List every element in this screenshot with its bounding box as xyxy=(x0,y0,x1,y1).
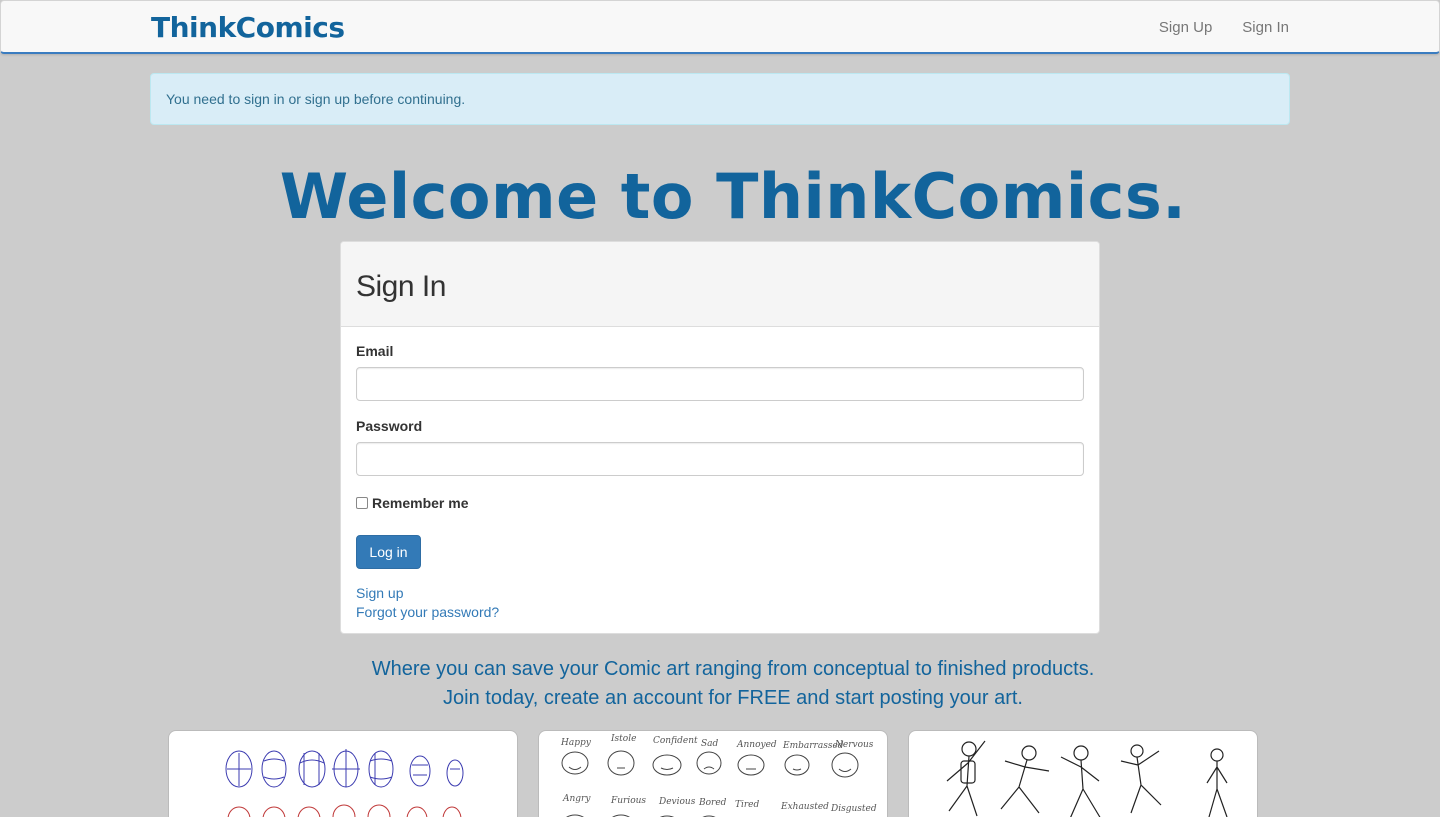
gallery-card-expressions[interactable]: Happy Istole Confident Sad Annoyed Embar… xyxy=(538,730,888,817)
expression-word: Devious xyxy=(658,797,696,807)
info-alert: You need to sign in or sign up before co… xyxy=(150,73,1290,125)
brand-logo-link[interactable]: ThinkComics xyxy=(151,11,345,44)
sign-in-title: Sign In xyxy=(356,270,446,303)
figure-poses-image xyxy=(946,740,1228,817)
expression-word: Disgusted xyxy=(830,804,877,814)
welcome-headline: Welcome to ThinkComics. xyxy=(279,160,1187,233)
tagline-line-2: Join today, create an account for FREE a… xyxy=(443,687,1023,709)
gallery-card-head-sketches[interactable] xyxy=(168,730,518,817)
nav-links: Sign Up Sign In xyxy=(1159,19,1289,36)
gallery-card-figure-poses[interactable] xyxy=(908,730,1258,817)
auth-links: Sign up Forgot your password? xyxy=(356,585,1084,620)
nav-sign-up-link[interactable]: Sign Up xyxy=(1159,19,1212,36)
expression-word: Angry xyxy=(562,794,591,804)
password-field[interactable] xyxy=(356,442,1084,476)
sign-up-link[interactable]: Sign up xyxy=(356,585,1084,601)
remember-me-row: Remember me xyxy=(356,493,1084,513)
expression-word: Furious xyxy=(610,796,646,806)
remember-me-checkbox[interactable] xyxy=(356,497,368,509)
expression-word: Sad xyxy=(701,739,719,749)
tagline-line-1: Where you can save your Comic art rangin… xyxy=(371,658,1095,680)
panel-heading: Sign In xyxy=(341,242,1099,327)
sign-in-panel: Sign In Email Password Remember me Log i… xyxy=(340,241,1100,634)
log-in-button[interactable]: Log in xyxy=(356,535,421,569)
tagline: Where you can save your Comic art rangin… xyxy=(0,655,1440,713)
top-navbar: ThinkComics Sign Up Sign In xyxy=(0,0,1440,54)
expression-word: Bored xyxy=(698,798,727,808)
head-sketches-image xyxy=(225,749,464,817)
forgot-password-link[interactable]: Forgot your password? xyxy=(356,604,1084,620)
expression-word: Tired xyxy=(735,800,760,810)
email-field[interactable] xyxy=(356,367,1084,401)
expression-word: Istole xyxy=(610,734,636,744)
nav-sign-in-link[interactable]: Sign In xyxy=(1242,19,1289,36)
expression-word: Confident xyxy=(653,736,698,746)
email-label: Email xyxy=(356,343,394,359)
alert-message: You need to sign in or sign up before co… xyxy=(166,91,466,107)
remember-me-label[interactable]: Remember me xyxy=(372,495,469,511)
expressions-sketch-image: Happy Istole Confident Sad Annoyed Embar… xyxy=(560,734,877,817)
sign-in-form: Email Password Remember me Log in Sign u… xyxy=(341,327,1099,620)
expression-word: Exhausted xyxy=(780,802,829,812)
expression-word: Annoyed xyxy=(736,740,777,750)
expression-word: Happy xyxy=(560,738,592,748)
password-label: Password xyxy=(356,418,423,434)
expression-word: Nervous xyxy=(834,740,874,750)
